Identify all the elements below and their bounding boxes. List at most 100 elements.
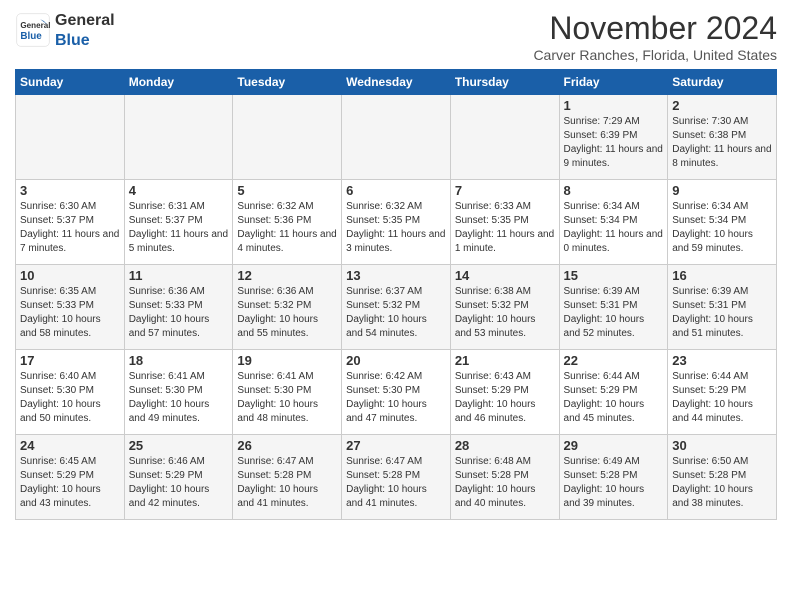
cell-daylight-info: Sunrise: 6:41 AM Sunset: 5:30 PM Dayligh… xyxy=(237,370,337,426)
calendar-cell: 16 Sunrise: 6:39 AM Sunset: 5:31 PM Dayli… xyxy=(668,265,777,350)
calendar-cell: 17 Sunrise: 6:40 AM Sunset: 5:30 PM Dayli… xyxy=(16,350,125,435)
day-number: 13 xyxy=(346,268,446,283)
cell-daylight-info: Sunrise: 6:36 AM Sunset: 5:33 PM Dayligh… xyxy=(129,285,229,341)
cell-daylight-info: Sunrise: 6:47 AM Sunset: 5:28 PM Dayligh… xyxy=(346,455,446,511)
calendar-cell: 1Sunrise: 7:29 AM Sunset: 6:39 PM Daylig… xyxy=(559,95,668,180)
weekday-header: Tuesday xyxy=(233,70,342,95)
cell-daylight-info: Sunrise: 6:42 AM Sunset: 5:30 PM Dayligh… xyxy=(346,370,446,426)
calendar-cell: 28 Sunrise: 6:48 AM Sunset: 5:28 PM Dayli… xyxy=(450,435,559,520)
day-number: 17 xyxy=(20,353,120,368)
calendar-cell: 30Sunrise: 6:50 AM Sunset: 5:28 PM Dayli… xyxy=(668,435,777,520)
cell-daylight-info: Sunrise: 7:29 AM Sunset: 6:39 PM Dayligh… xyxy=(564,115,664,171)
day-number: 22 xyxy=(564,353,664,368)
calendar-cell: 10 Sunrise: 6:35 AM Sunset: 5:33 PM Dayli… xyxy=(16,265,125,350)
calendar-week-row: 24 Sunrise: 6:45 AM Sunset: 5:29 PM Dayli… xyxy=(16,435,777,520)
calendar-cell: 24 Sunrise: 6:45 AM Sunset: 5:29 PM Dayli… xyxy=(16,435,125,520)
cell-daylight-info: Sunrise: 6:41 AM Sunset: 5:30 PM Dayligh… xyxy=(129,370,229,426)
day-number: 5 xyxy=(237,183,337,198)
cell-daylight-info: Sunrise: 6:39 AM Sunset: 5:31 PM Dayligh… xyxy=(672,285,772,341)
calendar-week-row: 10 Sunrise: 6:35 AM Sunset: 5:33 PM Dayli… xyxy=(16,265,777,350)
logo: General Blue General Blue xyxy=(15,10,115,50)
day-number: 29 xyxy=(564,438,664,453)
cell-daylight-info: Sunrise: 6:45 AM Sunset: 5:29 PM Dayligh… xyxy=(20,455,120,511)
logo-blue: Blue xyxy=(55,32,90,49)
calendar-cell: 12 Sunrise: 6:36 AM Sunset: 5:32 PM Dayli… xyxy=(233,265,342,350)
day-number: 6 xyxy=(346,183,446,198)
day-number: 11 xyxy=(129,268,229,283)
day-number: 24 xyxy=(20,438,120,453)
day-number: 3 xyxy=(20,183,120,198)
cell-daylight-info: Sunrise: 6:43 AM Sunset: 5:29 PM Dayligh… xyxy=(455,370,555,426)
weekday-header: Thursday xyxy=(450,70,559,95)
calendar-cell: 20 Sunrise: 6:42 AM Sunset: 5:30 PM Dayli… xyxy=(342,350,451,435)
calendar-cell: 18 Sunrise: 6:41 AM Sunset: 5:30 PM Dayli… xyxy=(124,350,233,435)
cell-daylight-info: Sunrise: 6:31 AM Sunset: 5:37 PM Dayligh… xyxy=(129,200,229,256)
day-number: 12 xyxy=(237,268,337,283)
day-number: 8 xyxy=(564,183,664,198)
calendar-cell: 25 Sunrise: 6:46 AM Sunset: 5:29 PM Dayli… xyxy=(124,435,233,520)
cell-daylight-info: Sunrise: 6:35 AM Sunset: 5:33 PM Dayligh… xyxy=(20,285,120,341)
day-number: 25 xyxy=(129,438,229,453)
calendar-cell: 5 Sunrise: 6:32 AM Sunset: 5:36 PM Daylig… xyxy=(233,180,342,265)
calendar-cell xyxy=(124,95,233,180)
cell-daylight-info: Sunrise: 6:34 AM Sunset: 5:34 PM Dayligh… xyxy=(564,200,664,256)
calendar-cell: 15Sunrise: 6:39 AM Sunset: 5:31 PM Dayli… xyxy=(559,265,668,350)
day-number: 10 xyxy=(20,268,120,283)
day-number: 23 xyxy=(672,353,772,368)
calendar-cell xyxy=(450,95,559,180)
day-number: 15 xyxy=(564,268,664,283)
day-number: 30 xyxy=(672,438,772,453)
cell-daylight-info: Sunrise: 6:36 AM Sunset: 5:32 PM Dayligh… xyxy=(237,285,337,341)
cell-daylight-info: Sunrise: 6:46 AM Sunset: 5:29 PM Dayligh… xyxy=(129,455,229,511)
calendar-week-row: 3Sunrise: 6:30 AM Sunset: 5:37 PM Daylig… xyxy=(16,180,777,265)
cell-daylight-info: Sunrise: 6:38 AM Sunset: 5:32 PM Dayligh… xyxy=(455,285,555,341)
day-number: 9 xyxy=(672,183,772,198)
svg-text:Blue: Blue xyxy=(20,31,42,42)
calendar-week-row: 1Sunrise: 7:29 AM Sunset: 6:39 PM Daylig… xyxy=(16,95,777,180)
page-header: General Blue General Blue November 2024 … xyxy=(15,10,777,63)
day-number: 18 xyxy=(129,353,229,368)
svg-text:General: General xyxy=(20,21,50,30)
calendar-week-row: 17 Sunrise: 6:40 AM Sunset: 5:30 PM Dayli… xyxy=(16,350,777,435)
calendar-cell xyxy=(233,95,342,180)
cell-daylight-info: Sunrise: 6:47 AM Sunset: 5:28 PM Dayligh… xyxy=(237,455,337,511)
cell-daylight-info: Sunrise: 6:32 AM Sunset: 5:36 PM Dayligh… xyxy=(237,200,337,256)
day-number: 7 xyxy=(455,183,555,198)
calendar-body: 1Sunrise: 7:29 AM Sunset: 6:39 PM Daylig… xyxy=(16,95,777,520)
calendar-cell: 21 Sunrise: 6:43 AM Sunset: 5:29 PM Dayli… xyxy=(450,350,559,435)
cell-daylight-info: Sunrise: 7:30 AM Sunset: 6:38 PM Dayligh… xyxy=(672,115,772,171)
calendar-cell: 23 Sunrise: 6:44 AM Sunset: 5:29 PM Dayli… xyxy=(668,350,777,435)
logo-icon: General Blue xyxy=(15,12,51,48)
calendar-cell xyxy=(342,95,451,180)
logo-general: General xyxy=(55,12,115,29)
location: Carver Ranches, Florida, United States xyxy=(533,47,777,63)
day-number: 16 xyxy=(672,268,772,283)
day-number: 19 xyxy=(237,353,337,368)
day-number: 14 xyxy=(455,268,555,283)
header-row: SundayMondayTuesdayWednesdayThursdayFrid… xyxy=(16,70,777,95)
cell-daylight-info: Sunrise: 6:48 AM Sunset: 5:28 PM Dayligh… xyxy=(455,455,555,511)
calendar-header: SundayMondayTuesdayWednesdayThursdayFrid… xyxy=(16,70,777,95)
calendar-cell: 27Sunrise: 6:47 AM Sunset: 5:28 PM Dayli… xyxy=(342,435,451,520)
cell-daylight-info: Sunrise: 6:44 AM Sunset: 5:29 PM Dayligh… xyxy=(672,370,772,426)
cell-daylight-info: Sunrise: 6:34 AM Sunset: 5:34 PM Dayligh… xyxy=(672,200,772,256)
cell-daylight-info: Sunrise: 6:49 AM Sunset: 5:28 PM Dayligh… xyxy=(564,455,664,511)
calendar-cell: 13 Sunrise: 6:37 AM Sunset: 5:32 PM Dayli… xyxy=(342,265,451,350)
calendar-cell: 14 Sunrise: 6:38 AM Sunset: 5:32 PM Dayli… xyxy=(450,265,559,350)
month-title: November 2024 xyxy=(533,10,777,47)
weekday-header: Monday xyxy=(124,70,233,95)
cell-daylight-info: Sunrise: 6:40 AM Sunset: 5:30 PM Dayligh… xyxy=(20,370,120,426)
cell-daylight-info: Sunrise: 6:37 AM Sunset: 5:32 PM Dayligh… xyxy=(346,285,446,341)
day-number: 20 xyxy=(346,353,446,368)
calendar-cell: 22Sunrise: 6:44 AM Sunset: 5:29 PM Dayli… xyxy=(559,350,668,435)
weekday-header: Saturday xyxy=(668,70,777,95)
day-number: 26 xyxy=(237,438,337,453)
cell-daylight-info: Sunrise: 6:32 AM Sunset: 5:35 PM Dayligh… xyxy=(346,200,446,256)
day-number: 21 xyxy=(455,353,555,368)
calendar-cell: 4Sunrise: 6:31 AM Sunset: 5:37 PM Daylig… xyxy=(124,180,233,265)
weekday-header: Friday xyxy=(559,70,668,95)
calendar-cell xyxy=(16,95,125,180)
calendar-cell: 2Sunrise: 7:30 AM Sunset: 6:38 PM Daylig… xyxy=(668,95,777,180)
day-number: 28 xyxy=(455,438,555,453)
calendar-table: SundayMondayTuesdayWednesdayThursdayFrid… xyxy=(15,69,777,520)
